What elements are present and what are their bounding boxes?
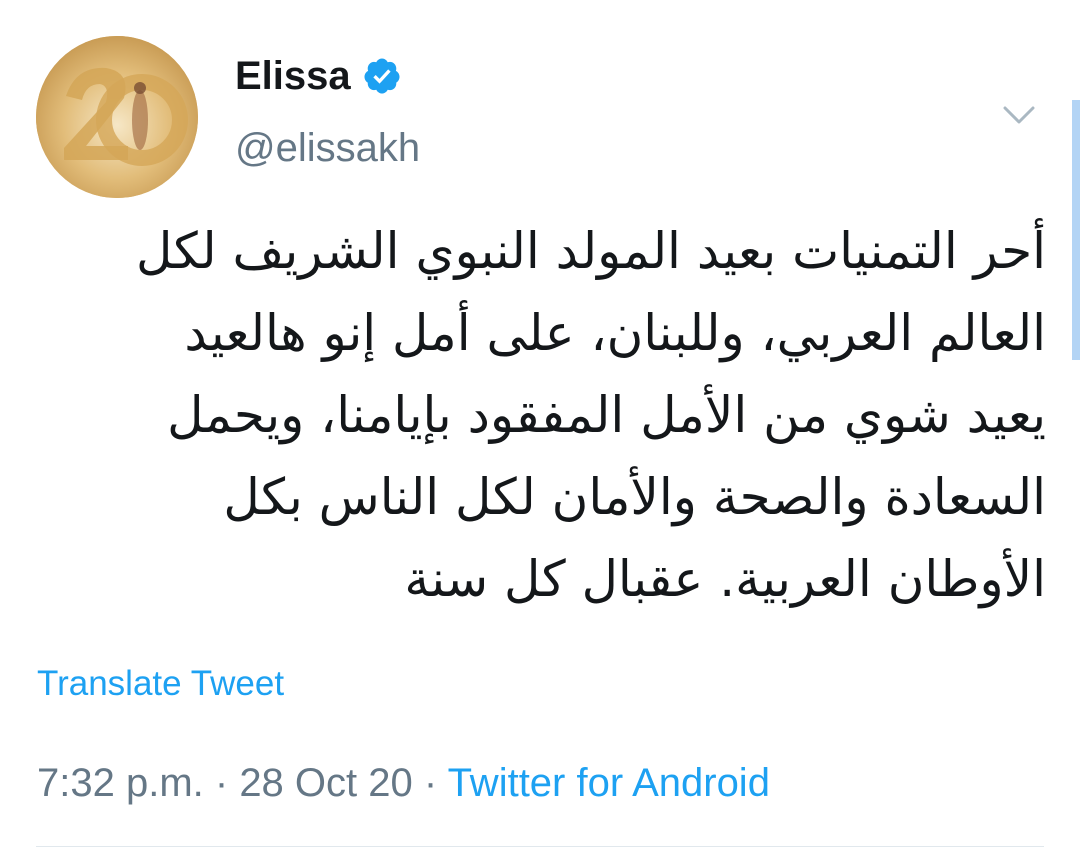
meta-separator: · [203,761,240,805]
divider [36,846,1044,847]
scrollbar[interactable] [1072,100,1080,360]
meta-separator: · [412,761,448,805]
chevron-down-icon[interactable] [1000,100,1038,130]
author-handle[interactable]: @elissakh [235,124,420,172]
tweet-text-line: الأوطان العربية. عقبال كل سنة [404,550,1046,608]
tweet-text-line: أحر التمنيات بعيد المولد النبوي الشريف ل… [135,222,1046,280]
author-display-name[interactable]: Elissa [235,52,351,100]
tweet-date[interactable]: 28 Oct 20 [239,761,412,805]
profile-avatar[interactable] [36,36,198,198]
translate-tweet-link[interactable]: Translate Tweet [37,662,284,706]
tweet-time[interactable]: 7:32 p.m. [37,761,204,805]
tweet-text-line: يعيد شوي من الأمل المفقود بإيامنا، ويحمل [167,386,1046,444]
tweet-text: أحر التمنيات بعيد المولد النبوي الشريف ل… [36,210,1046,620]
verified-badge-icon [364,58,400,94]
tweet-text-line: السعادة والصحة والأمان لكل الناس بكل [223,468,1046,526]
tweet-meta: 7:32 p.m. · 28 Oct 20 · Twitter for Andr… [37,758,770,808]
tweet-text-line: العالم العربي، وللبنان، على أمل إنو هالع… [184,304,1046,362]
tweet-source-link[interactable]: Twitter for Android [448,761,770,805]
avatar-image [36,36,198,198]
